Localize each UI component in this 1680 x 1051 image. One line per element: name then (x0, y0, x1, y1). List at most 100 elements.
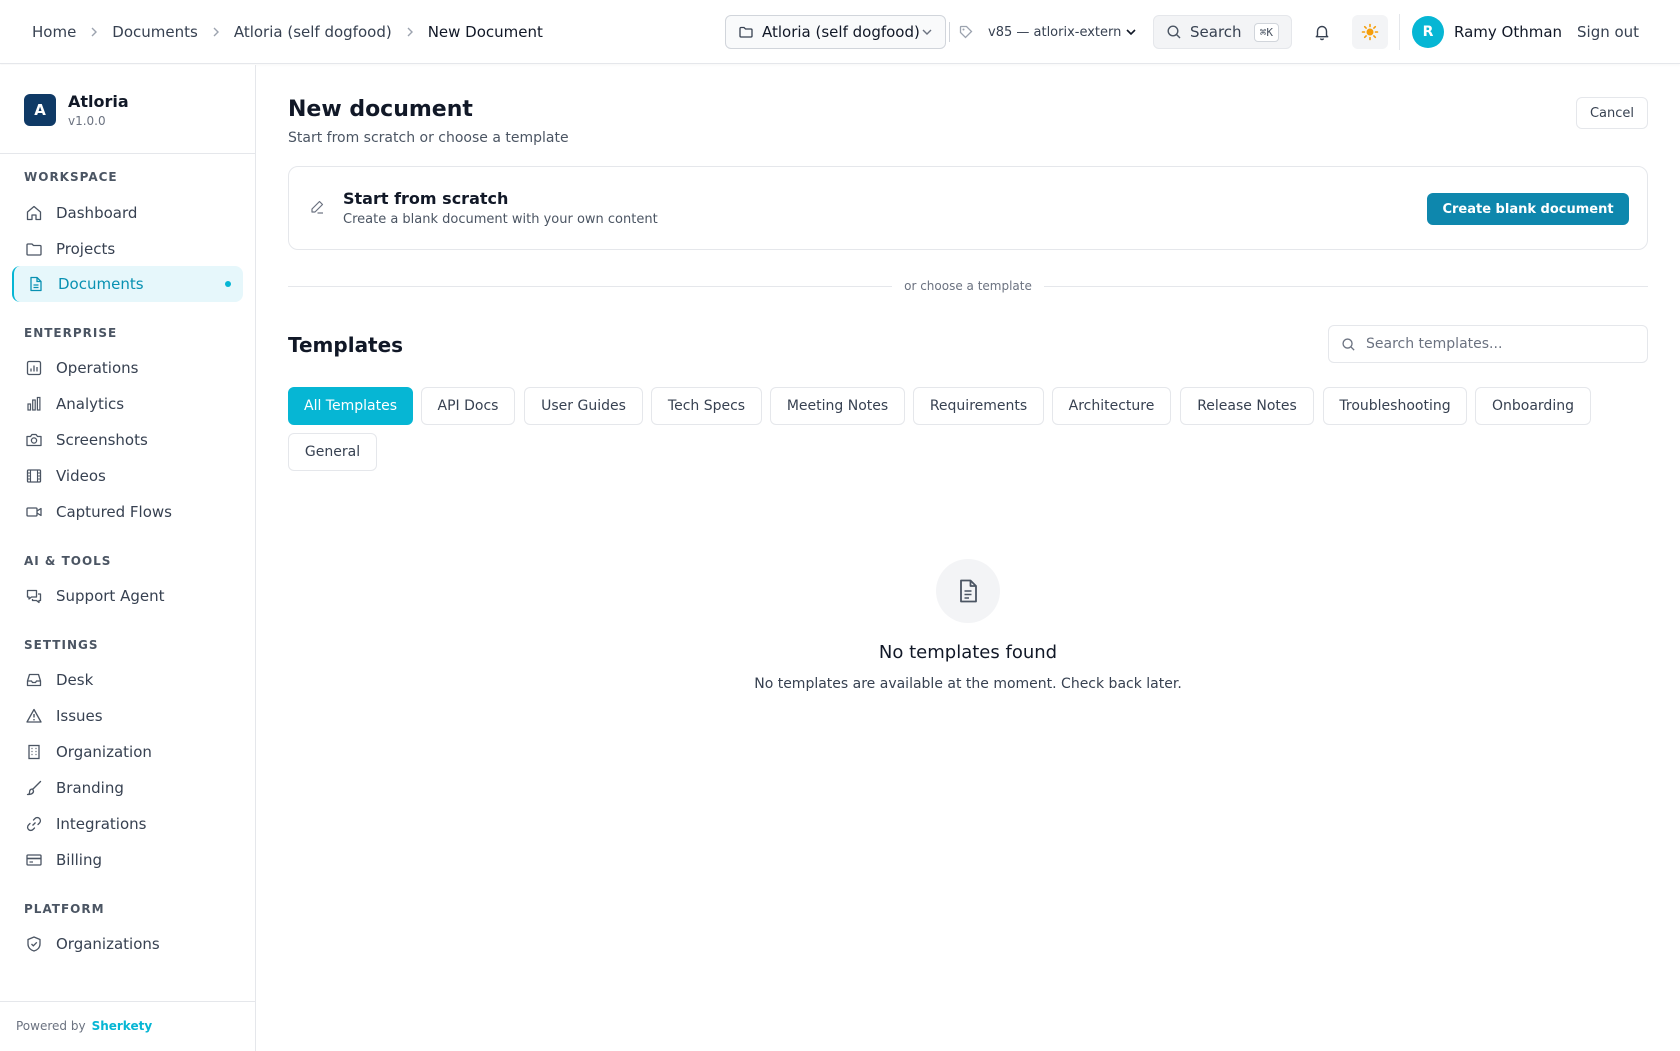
warning-icon (24, 706, 44, 726)
sidebar-item-label: Operations (56, 359, 139, 377)
breadcrumb-home[interactable]: Home (32, 23, 76, 41)
divider (0, 1001, 255, 1002)
breadcrumb: Home Documents Atloria (self dogfood) Ne… (32, 0, 543, 64)
sidebar-item-screenshots[interactable]: Screenshots (12, 422, 243, 458)
chat-bubbles-icon (24, 586, 44, 606)
inbox-icon (24, 670, 44, 690)
sidebar-item-label: Support Agent (56, 587, 165, 605)
start-from-scratch-card: Start from scratch Create a blank docume… (288, 166, 1648, 250)
video-camera-icon (24, 502, 44, 522)
sidebar-item-projects[interactable]: Projects (12, 231, 243, 267)
sidebar-item-integrations[interactable]: Integrations (12, 806, 243, 842)
templates-search[interactable] (1328, 325, 1648, 363)
sidebar-item-label: Desk (56, 671, 94, 689)
category-user-guides[interactable]: User Guides (524, 387, 643, 425)
chevron-right-icon (404, 26, 416, 38)
brand-name: Atloria (68, 92, 129, 111)
divider (0, 153, 255, 154)
search-icon (1341, 337, 1356, 352)
sidebar-item-desk[interactable]: Desk (12, 662, 243, 698)
chevron-right-icon (88, 26, 100, 38)
folder-icon (738, 24, 754, 40)
bar-chart-icon (24, 394, 44, 414)
page-title: New document (288, 97, 473, 122)
sidebar-item-label: Dashboard (56, 204, 138, 222)
divider (1399, 14, 1400, 50)
film-icon (24, 466, 44, 486)
empty-state-title: No templates found (878, 642, 1058, 663)
category-tech-specs[interactable]: Tech Specs (651, 387, 762, 425)
breadcrumb-documents[interactable]: Documents (112, 23, 198, 41)
category-troubleshooting[interactable]: Troubleshooting (1323, 387, 1467, 425)
chevron-down-icon (920, 25, 934, 39)
sidebar-item-support-agent[interactable]: Support Agent (12, 578, 243, 614)
or-divider: or choose a template (288, 278, 1648, 294)
version-select[interactable]: v85 — atlorix-extern (956, 15, 1140, 49)
avatar: R (1412, 16, 1444, 48)
sidebar-item-captured-flows[interactable]: Captured Flows (12, 494, 243, 530)
sidebar-item-branding[interactable]: Branding (12, 770, 243, 806)
sidebar-item-analytics[interactable]: Analytics (12, 386, 243, 422)
category-all-templates[interactable]: All Templates (288, 387, 413, 425)
notifications-button[interactable] (1305, 15, 1339, 49)
chevron-right-icon (210, 26, 222, 38)
category-general[interactable]: General (288, 433, 377, 471)
breadcrumb-project[interactable]: Atloria (self dogfood) (234, 23, 392, 41)
brand-version: v1.0.0 (68, 114, 106, 128)
section-title-settings: SETTINGS (24, 638, 99, 652)
top-bar: Home Documents Atloria (self dogfood) Ne… (0, 0, 1680, 64)
scratch-title: Start from scratch (343, 189, 509, 208)
create-blank-document-button[interactable]: Create blank document (1427, 193, 1629, 225)
page-subtitle: Start from scratch or choose a template (288, 130, 569, 146)
chevron-down-icon (1124, 25, 1138, 39)
sidebar-item-videos[interactable]: Videos (12, 458, 243, 494)
credit-card-icon (24, 850, 44, 870)
sidebar-item-label: Videos (56, 467, 106, 485)
category-release-notes[interactable]: Release Notes (1180, 387, 1314, 425)
sidebar-item-billing[interactable]: Billing (12, 842, 243, 878)
sign-out-button[interactable]: Sign out (1577, 15, 1639, 49)
sidebar-item-documents[interactable]: Documents (12, 266, 243, 302)
section-title-workspace: WORKSPACE (24, 170, 118, 184)
or-divider-text: or choose a template (892, 279, 1044, 293)
sun-icon (1361, 23, 1379, 41)
chart-icon (24, 358, 44, 378)
templates-search-input[interactable] (1366, 336, 1626, 352)
search-shortcut: ⌘K (1253, 22, 1279, 42)
search-icon (1166, 24, 1182, 40)
category-requirements[interactable]: Requirements (913, 387, 1044, 425)
powered-by-brand-link[interactable]: Sherkety (92, 1019, 153, 1033)
project-select[interactable]: Atloria (self dogfood) (725, 15, 946, 49)
global-search-button[interactable]: Search ⌘K (1153, 15, 1292, 49)
user-name: Ramy Othman (1454, 23, 1563, 41)
sidebar-item-label: Billing (56, 851, 102, 869)
cancel-button[interactable]: Cancel (1576, 97, 1648, 129)
section-title-platform: PLATFORM (24, 902, 105, 916)
category-architecture[interactable]: Architecture (1052, 387, 1171, 425)
sidebar: A Atloria v1.0.0 WORKSPACE Dashboard Pro… (0, 65, 256, 1051)
folder-icon (24, 239, 44, 259)
sidebar-item-operations[interactable]: Operations (12, 350, 243, 386)
sidebar-item-label: Branding (56, 779, 124, 797)
search-label: Search (1190, 23, 1242, 41)
user-menu[interactable]: R Ramy Othman (1412, 15, 1562, 49)
category-api-docs[interactable]: API Docs (421, 387, 515, 425)
camera-icon (24, 430, 44, 450)
tag-icon (958, 24, 974, 40)
sidebar-item-organizations[interactable]: Organizations (12, 926, 243, 962)
brush-icon (24, 778, 44, 798)
category-meeting-notes[interactable]: Meeting Notes (770, 387, 905, 425)
category-onboarding[interactable]: Onboarding (1475, 387, 1591, 425)
shield-check-icon (24, 934, 44, 954)
templates-heading: Templates (288, 333, 404, 357)
powered-by-label: Powered by (16, 1019, 86, 1033)
sidebar-item-dashboard[interactable]: Dashboard (12, 195, 243, 231)
sidebar-item-label: Screenshots (56, 431, 148, 449)
sidebar-item-organization[interactable]: Organization (12, 734, 243, 770)
sidebar-item-label: Analytics (56, 395, 125, 413)
theme-toggle[interactable] (1352, 15, 1388, 49)
pencil-icon (309, 199, 325, 215)
brand[interactable]: A Atloria v1.0.0 (24, 92, 129, 128)
sidebar-item-issues[interactable]: Issues (12, 698, 243, 734)
active-indicator (225, 281, 231, 287)
